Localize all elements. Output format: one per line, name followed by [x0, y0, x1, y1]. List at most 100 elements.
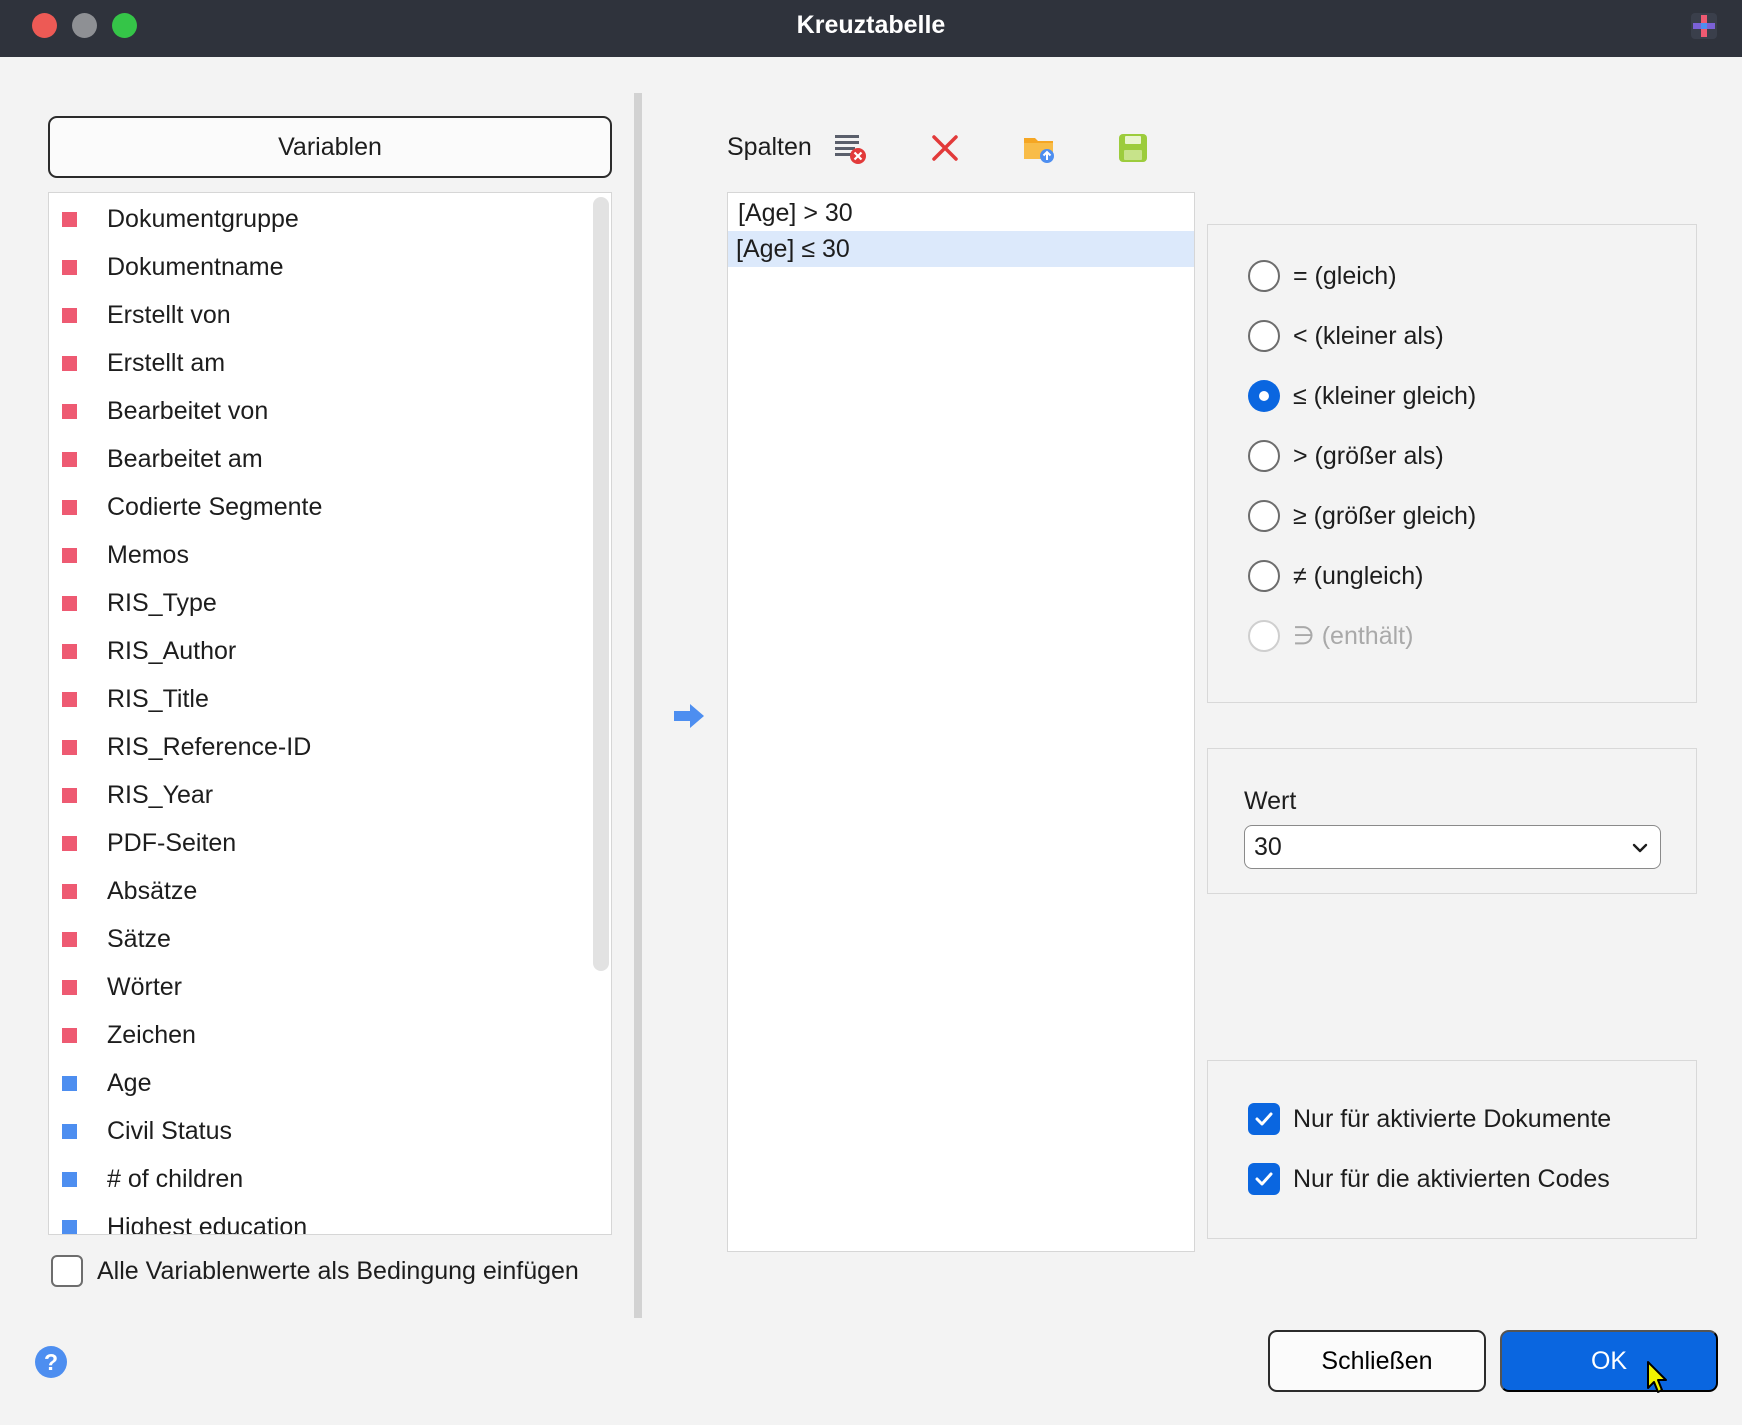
- system-variable-icon: [62, 835, 77, 851]
- variable-label: Absätze: [107, 876, 198, 905]
- variable-label: Erstellt am: [107, 348, 226, 377]
- variable-item[interactable]: Memos: [49, 531, 589, 579]
- user-variable-icon: [62, 1219, 77, 1234]
- columns-label: Spalten: [727, 133, 812, 161]
- variable-label: Wörter: [107, 972, 182, 1001]
- variable-item[interactable]: RIS_Year: [49, 771, 589, 819]
- operator-label: ≥ (größer gleich): [1293, 501, 1477, 530]
- help-icon[interactable]: ?: [35, 1346, 67, 1378]
- insert-all-values-option[interactable]: Alle Variablenwerte als Bedingung einfüg…: [51, 1255, 579, 1287]
- variable-label: Dokumentname: [107, 252, 284, 281]
- only-activated-documents-option[interactable]: Nur für aktivierte Dokumente: [1248, 1103, 1611, 1135]
- value-panel: Wert 30: [1207, 748, 1697, 894]
- variable-label: RIS_Title: [107, 684, 209, 713]
- system-variable-icon: [62, 931, 77, 947]
- variable-item[interactable]: Absätze: [49, 867, 589, 915]
- panel-splitter[interactable]: [634, 93, 642, 1318]
- operator-radio[interactable]: [1248, 380, 1280, 412]
- open-folder-icon[interactable]: [1021, 130, 1057, 166]
- operator-radio[interactable]: [1248, 440, 1280, 472]
- system-variable-icon: [62, 499, 77, 515]
- ok-button[interactable]: OK: [1500, 1330, 1718, 1392]
- variable-item[interactable]: RIS_Type: [49, 579, 589, 627]
- variable-item[interactable]: Dokumentgruppe: [49, 195, 589, 243]
- variable-item[interactable]: Erstellt von: [49, 291, 589, 339]
- checkmark-icon: [1255, 1112, 1273, 1126]
- mouse-cursor-icon: [1647, 1361, 1667, 1393]
- variable-item[interactable]: RIS_Author: [49, 627, 589, 675]
- variable-label: RIS_Author: [107, 636, 237, 665]
- variable-label: RIS_Type: [107, 588, 217, 617]
- value-label: Wert: [1244, 787, 1297, 815]
- user-variable-icon: [62, 1171, 77, 1187]
- variable-item[interactable]: PDF-Seiten: [49, 819, 589, 867]
- variable-item[interactable]: Age: [49, 1059, 589, 1107]
- operator-radio[interactable]: [1248, 320, 1280, 352]
- operator-option: ∋ (enthält): [1248, 620, 1413, 652]
- system-variable-icon: [62, 1027, 77, 1043]
- operator-label: > (größer als): [1293, 441, 1444, 470]
- operator-radio[interactable]: [1248, 260, 1280, 292]
- variable-item[interactable]: Erstellt am: [49, 339, 589, 387]
- condition-item-selected[interactable]: [Age] ≤ 30: [728, 231, 1194, 267]
- close-button[interactable]: Schließen: [1268, 1330, 1486, 1392]
- system-variable-icon: [62, 979, 77, 995]
- variable-label: RIS_Reference-ID: [107, 732, 312, 761]
- variable-item[interactable]: Sätze: [49, 915, 589, 963]
- only-activated-documents-checkbox[interactable]: [1248, 1103, 1280, 1135]
- insert-all-values-label: Alle Variablenwerte als Bedingung einfüg…: [97, 1256, 579, 1285]
- variable-item[interactable]: Bearbeitet von: [49, 387, 589, 435]
- value-select[interactable]: 30: [1244, 825, 1661, 869]
- variable-item[interactable]: Wörter: [49, 963, 589, 1011]
- system-variable-icon: [62, 691, 77, 707]
- only-activated-documents-label: Nur für aktivierte Dokumente: [1293, 1104, 1612, 1133]
- variable-label: Highest education: [107, 1212, 308, 1235]
- operator-option[interactable]: = (gleich): [1248, 260, 1397, 292]
- window-title: Kreuztabelle: [796, 11, 946, 39]
- system-variable-icon: [62, 643, 77, 659]
- variable-item[interactable]: Highest education: [49, 1203, 589, 1235]
- operator-option[interactable]: > (größer als): [1248, 440, 1444, 472]
- variable-label: Age: [107, 1068, 152, 1097]
- chevron-down-icon: [1632, 843, 1648, 853]
- insert-all-values-checkbox[interactable]: [51, 1255, 83, 1287]
- variable-label: Zeichen: [107, 1020, 196, 1049]
- variable-label: Bearbeitet am: [107, 444, 263, 473]
- conditions-list[interactable]: [Age] > 30 [Age] ≤ 30: [727, 192, 1195, 1252]
- operator-radio[interactable]: [1248, 500, 1280, 532]
- operator-option[interactable]: ≠ (ungleich): [1248, 560, 1423, 592]
- operator-radio[interactable]: [1248, 560, 1280, 592]
- variable-label: Civil Status: [107, 1116, 233, 1145]
- variable-list[interactable]: Dokumentgruppe Dokumentname Erstellt von Er…: [48, 192, 612, 1235]
- operator-option[interactable]: < (kleiner als): [1248, 320, 1444, 352]
- variable-label: PDF-Seiten: [107, 828, 237, 857]
- checkmark-icon: [1255, 1172, 1273, 1186]
- variable-item[interactable]: Codierte Segmente: [49, 483, 589, 531]
- save-icon[interactable]: [1115, 130, 1151, 166]
- only-activated-codes-option[interactable]: Nur für die aktivierten Codes: [1248, 1163, 1610, 1195]
- system-variable-icon: [62, 595, 77, 611]
- add-condition-arrow-icon[interactable]: [672, 702, 706, 730]
- operator-option[interactable]: ≤ (kleiner gleich): [1248, 380, 1476, 412]
- variable-label: RIS_Year: [107, 780, 214, 809]
- variable-item[interactable]: Bearbeitet am: [49, 435, 589, 483]
- variable-list-scrollbar[interactable]: [593, 197, 609, 971]
- operator-option[interactable]: ≥ (größer gleich): [1248, 500, 1476, 532]
- variable-item[interactable]: Dokumentname: [49, 243, 589, 291]
- only-activated-codes-checkbox[interactable]: [1248, 1163, 1280, 1195]
- system-variable-icon: [62, 211, 77, 227]
- variables-button[interactable]: Variablen: [48, 116, 612, 178]
- variable-item[interactable]: RIS_Reference-ID: [49, 723, 589, 771]
- variable-item[interactable]: Zeichen: [49, 1011, 589, 1059]
- condition-item[interactable]: [Age] > 30: [728, 195, 1194, 231]
- variable-label: Bearbeitet von: [107, 396, 269, 425]
- variable-label: Erstellt von: [107, 300, 231, 329]
- delete-icon[interactable]: [927, 130, 963, 166]
- variable-item[interactable]: RIS_Title: [49, 675, 589, 723]
- variable-label: Dokumentgruppe: [107, 204, 299, 233]
- variable-item[interactable]: Civil Status: [49, 1107, 589, 1155]
- operator-label: ∋ (enthält): [1293, 622, 1414, 650]
- clear-list-icon[interactable]: [832, 130, 868, 166]
- variable-label: # of children: [107, 1164, 244, 1193]
- variable-item[interactable]: # of children: [49, 1155, 589, 1203]
